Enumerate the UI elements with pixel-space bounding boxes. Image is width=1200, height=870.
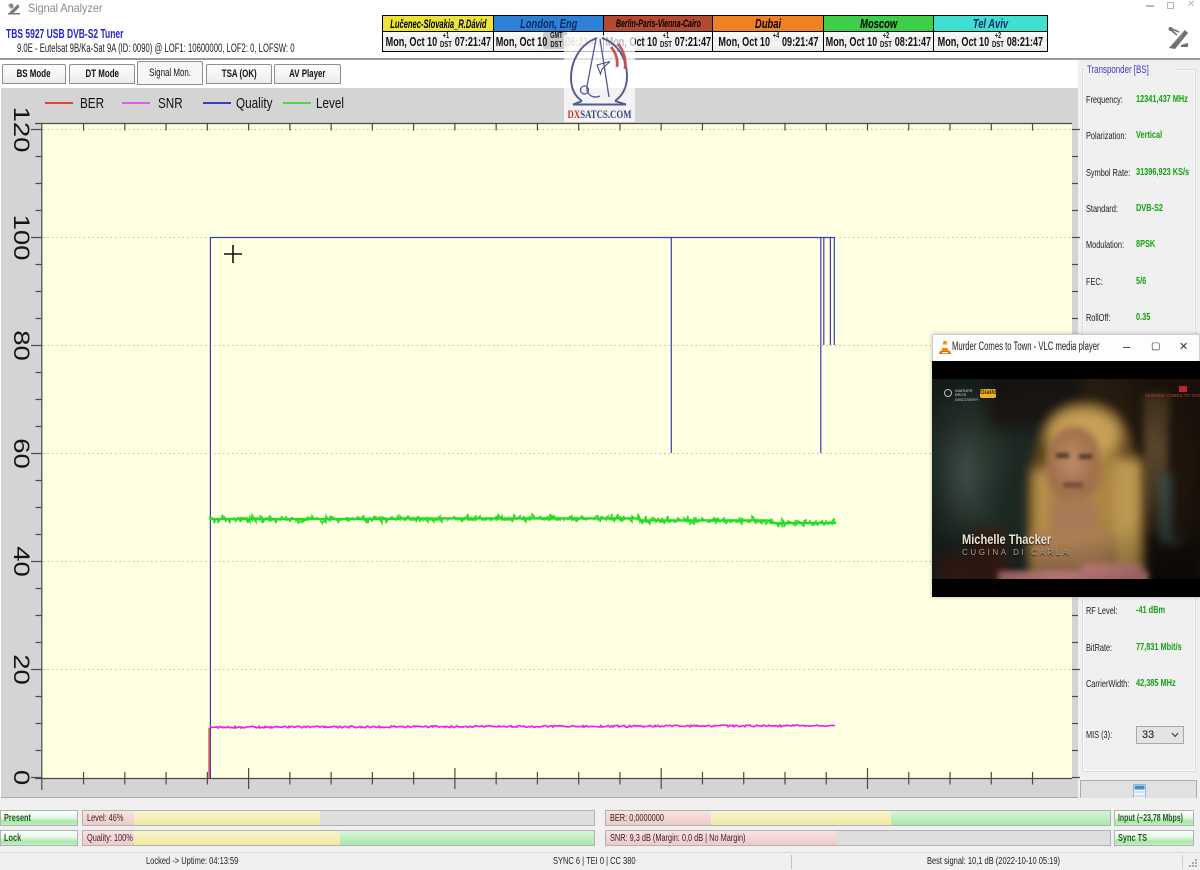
svg-text:80: 80 [9, 330, 34, 361]
svg-text:20: 20 [9, 654, 34, 685]
svg-text:40: 40 [9, 546, 34, 577]
svg-text:120: 120 [9, 107, 34, 153]
svg-text:DXSATCS.COM: DXSATCS.COM [568, 107, 632, 121]
svg-text:60: 60 [9, 438, 34, 469]
svg-text:0: 0 [9, 770, 34, 785]
svg-text:100: 100 [9, 215, 34, 261]
